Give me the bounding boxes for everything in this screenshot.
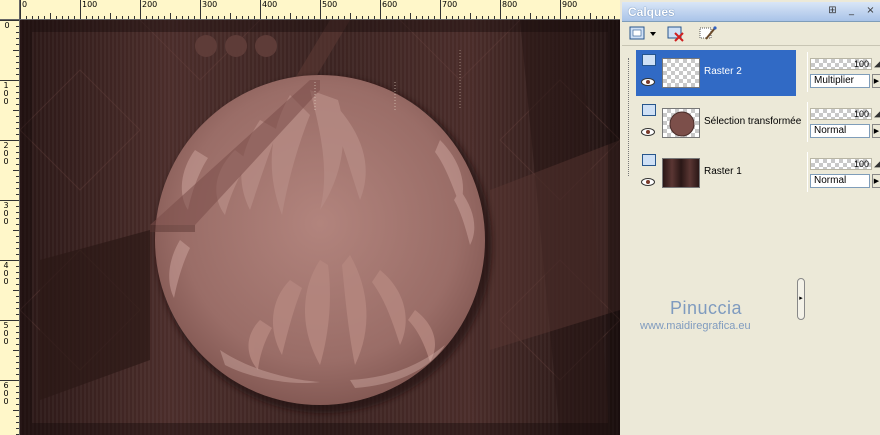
dot-2 [225, 35, 247, 57]
pin-icon[interactable]: ⊞ [827, 5, 838, 17]
new-layer-icon [629, 26, 656, 40]
ruler-corner [0, 0, 20, 20]
watermark-name: Pinuccia [670, 298, 743, 318]
wedge-icon: ◢ [874, 156, 880, 169]
layer-tree-line [628, 58, 629, 176]
palette-titlebar[interactable]: Calques ⊞ _ × [622, 2, 880, 22]
image-canvas[interactable] [20, 20, 620, 435]
layer-thumbnail [662, 58, 700, 88]
watermark-url: www.maidiregrafica.eu [640, 320, 751, 332]
ruler-left-label: 300 [3, 201, 9, 226]
delete-layer-button[interactable] [666, 25, 686, 43]
ruler-left-label: 200 [3, 141, 9, 166]
palette-toolbar [622, 22, 880, 46]
layer-thumbnail [662, 108, 700, 138]
opacity-slider[interactable]: 100 [810, 58, 872, 70]
layer-type-icon [642, 54, 656, 66]
wedge-icon: ◢ [874, 106, 880, 119]
canvas-area: 0 100 200 300 400 500 600 700 800 900 0 … [0, 0, 620, 435]
collapse-handle[interactable]: ▸ [797, 278, 805, 320]
layer-name: Raster 1 [704, 166, 742, 177]
chevron-right-icon: ▸ [799, 294, 803, 302]
eye-icon[interactable] [641, 78, 655, 86]
layer-row-raster-1[interactable]: Raster 1 [636, 150, 796, 196]
ruler-left-label: 600 [3, 381, 9, 406]
wedge-icon: ◢ [874, 56, 880, 69]
ruler-left-label: 400 [3, 261, 9, 286]
ruler-top-ticks [20, 0, 615, 19]
opacity-slider[interactable]: 100 [810, 108, 872, 120]
minimize-icon[interactable]: _ [846, 5, 857, 17]
ruler-vertical[interactable]: 0 100 200 300 400 500 600 [0, 20, 20, 435]
opacity-value: 100 [853, 59, 869, 69]
blend-mode-select[interactable]: Normal [810, 124, 870, 138]
delete-layer-icon [667, 26, 684, 42]
chevron-right-icon[interactable]: ▶ [872, 74, 880, 88]
chevron-right-icon[interactable]: ▶ [872, 174, 880, 188]
fold-base [150, 225, 195, 232]
layers-list: Raster 2 Sélection transformée Raster 1 [636, 50, 801, 200]
blend-mode-select[interactable]: Multiplier [810, 74, 870, 88]
layer-props-raster-2: 100 ◢ Multiplier ▶ [807, 52, 880, 92]
ruler-left-label: 500 [3, 321, 9, 346]
ruler-left-label: 0 [4, 21, 10, 30]
layer-type-icon [642, 104, 656, 116]
layer-name: Raster 2 [704, 66, 742, 77]
layer-name: Sélection transformée [704, 116, 802, 127]
edit-layer-icon [699, 26, 717, 40]
ruler-left-label: 100 [3, 81, 9, 106]
eye-icon[interactable] [641, 178, 655, 186]
layer-row-selection-transformee[interactable]: Sélection transformée [636, 100, 801, 146]
artwork [20, 20, 620, 435]
layers-palette: Calques ⊞ _ × Raster 2 Sélection transfo… [622, 0, 880, 435]
dot-3 [255, 35, 277, 57]
layer-props-raster-1: 100 ◢ Normal ▶ [807, 152, 880, 192]
palette-title: Calques [628, 5, 675, 19]
layer-props-selection-transformee: 100 ◢ Normal ▶ [807, 102, 880, 142]
circle-thumbnail-icon [669, 111, 695, 137]
app-window: 0 100 200 300 400 500 600 700 800 900 0 … [0, 0, 880, 435]
close-icon[interactable]: × [865, 5, 876, 17]
layer-thumbnail [662, 158, 700, 188]
layer-row-raster-2[interactable]: Raster 2 [636, 50, 796, 96]
ruler-horizontal[interactable]: 0 100 200 300 400 500 600 700 800 900 [20, 0, 620, 20]
new-layer-button[interactable] [628, 25, 658, 43]
opacity-value: 100 [853, 109, 869, 119]
chevron-right-icon[interactable]: ▶ [872, 124, 880, 138]
edit-layer-button[interactable] [698, 25, 718, 43]
eye-icon[interactable] [641, 128, 655, 136]
layer-type-icon [642, 154, 656, 166]
opacity-value: 100 [853, 159, 869, 169]
dot-1 [195, 35, 217, 57]
opacity-slider[interactable]: 100 [810, 158, 872, 170]
blend-mode-select[interactable]: Normal [810, 174, 870, 188]
